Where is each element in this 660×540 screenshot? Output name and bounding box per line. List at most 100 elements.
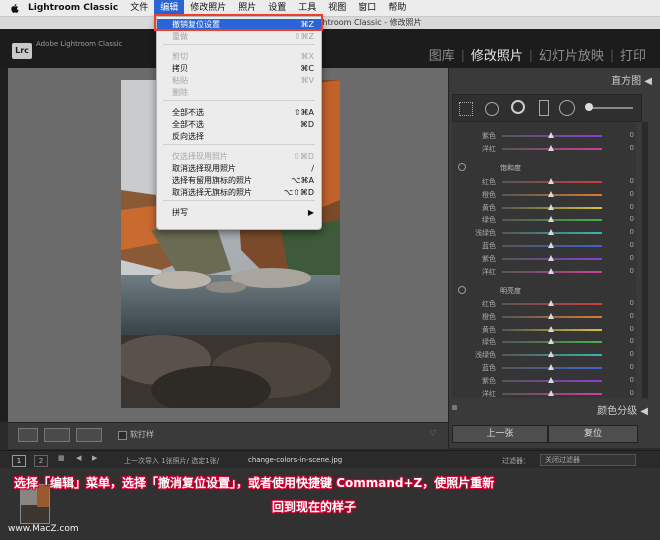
slider-value[interactable]: 0 (622, 177, 634, 185)
edit-menu-item: 重做 ⇧⌘Z (157, 31, 321, 42)
slider-value[interactable]: 0 (622, 376, 634, 384)
slider-label: 黄色 (482, 325, 496, 334)
slider-value[interactable]: 0 (622, 350, 634, 358)
menu-item-label: 拼写 (172, 208, 188, 217)
slider-knob[interactable] (548, 312, 554, 319)
crop-icon[interactable] (459, 102, 473, 116)
target-adjust-icon[interactable] (458, 163, 466, 171)
module-slideshow[interactable]: 幻灯片放映 (533, 45, 610, 64)
slider-value[interactable]: 0 (622, 363, 634, 371)
grid-icon[interactable]: ▦ (58, 454, 65, 462)
menu-separator (163, 44, 315, 45)
module-develop[interactable]: 修改照片 (465, 45, 529, 64)
slider-value[interactable]: 0 (622, 144, 634, 152)
radial-filter-icon[interactable] (559, 100, 575, 116)
menu-window[interactable]: 窗口 (352, 0, 382, 16)
module-library[interactable]: 图库 (423, 45, 461, 64)
slider-label: 蓝色 (482, 242, 496, 250)
target-adjust-icon[interactable] (458, 286, 466, 294)
edit-menu-item[interactable]: 拷贝 ⌘C (157, 63, 321, 74)
brush-slider-track[interactable] (587, 107, 633, 109)
slider-knob[interactable] (548, 178, 554, 184)
slider-row: 橙色 0 (470, 311, 636, 322)
right-panel-scrollbar[interactable] (642, 122, 648, 398)
reset-button[interactable]: 复位 (548, 425, 638, 443)
menu-app-name[interactable]: Lightroom Classic (24, 0, 124, 16)
slider-value[interactable]: 0 (622, 337, 634, 345)
filmstrip-filename[interactable]: change-colors-in-scene.jpg (248, 456, 342, 464)
slider-knob[interactable] (548, 254, 554, 261)
slider-value[interactable]: 0 (622, 254, 634, 262)
spot-heal-icon[interactable] (485, 102, 499, 116)
slider-value[interactable]: 0 (622, 267, 634, 275)
slider-value[interactable]: 0 (622, 215, 634, 223)
slider-label: 红色 (482, 178, 496, 186)
slider-knob[interactable] (548, 325, 554, 332)
slider-row: 黄色 0 (470, 202, 636, 213)
edit-menu-item[interactable]: 拼写 ▶ (157, 207, 321, 218)
before-after-swap-button[interactable] (76, 428, 102, 442)
slider-knob[interactable] (548, 229, 554, 236)
menu-item-label: 选择有留用旗标的照片 (172, 176, 252, 185)
slider-knob[interactable] (548, 203, 554, 210)
toolbar-menu-icon[interactable]: ▽ (430, 428, 436, 437)
module-print[interactable]: 打印 (614, 45, 652, 64)
soft-proof-checkbox[interactable] (118, 431, 127, 440)
brush-slider-knob[interactable] (585, 103, 593, 111)
slider-knob[interactable] (548, 338, 554, 345)
slider-knob[interactable] (548, 145, 554, 151)
graduated-filter-icon[interactable] (539, 100, 549, 116)
page-1-button[interactable]: 1 (12, 455, 26, 467)
slider-value[interactable]: 0 (622, 241, 634, 249)
color-grading-header[interactable]: 颜色分级 ◀ (452, 402, 648, 417)
slider-knob[interactable] (548, 300, 554, 306)
slider-knob[interactable] (548, 216, 554, 223)
edit-menu-item[interactable]: 全部不选 ⇧⌘A (157, 107, 321, 118)
apple-icon[interactable] (10, 3, 20, 14)
slider-value[interactable]: 0 (622, 131, 634, 139)
slider-knob[interactable] (548, 132, 554, 138)
slider-knob[interactable] (548, 389, 554, 396)
slider-knob[interactable] (548, 267, 554, 274)
slider-knob[interactable] (548, 242, 554, 248)
edit-menu-item[interactable]: 选择有留用旗标的照片 ⌥⌘A (157, 175, 321, 186)
slider-value[interactable]: 0 (622, 228, 634, 236)
slider-label: 紫色 (482, 254, 496, 263)
slider-row: 洋红 0 (470, 266, 636, 277)
slider-knob[interactable] (548, 351, 554, 358)
slider-value[interactable]: 0 (622, 190, 634, 198)
slider-knob[interactable] (548, 376, 554, 383)
page-2-button[interactable]: 2 (34, 455, 48, 467)
slider-value[interactable]: 0 (622, 325, 634, 333)
menu-help[interactable]: 帮助 (382, 0, 412, 16)
slider-row: 紫色 0 (470, 375, 636, 386)
left-panel-collapsed[interactable] (0, 68, 8, 422)
back-arrow-icon[interactable]: ◀ (76, 454, 81, 462)
slider-knob[interactable] (548, 364, 554, 370)
menu-file[interactable]: 文件 (124, 0, 154, 16)
filter-select[interactable]: 关闭过滤器 (540, 454, 636, 466)
edit-menu-item[interactable]: 全部不选 ⌘D (157, 119, 321, 130)
slider-value[interactable]: 0 (622, 312, 634, 320)
menu-item-shortcut: ⌘V (300, 76, 314, 85)
slider-value[interactable]: 0 (622, 389, 634, 397)
panel-toggle-icon[interactable] (452, 405, 457, 410)
slider-row: 紫色 0 (470, 130, 636, 141)
edit-menu-item[interactable]: 取消选择无旗标的照片 ⌥⇧⌘D (157, 187, 321, 198)
previous-button[interactable]: 上一张 (452, 425, 548, 443)
histogram-header[interactable]: 直方图 ◀ (452, 72, 652, 88)
slider-label: 洋红 (482, 389, 496, 398)
menu-item-shortcut: ⌥⇧⌘D (283, 188, 314, 197)
edit-menu-item[interactable]: 反向选择 (157, 131, 321, 142)
edit-menu-item[interactable]: 取消选择现用照片 / (157, 163, 321, 174)
before-after-button[interactable] (44, 428, 70, 442)
watermark: www.MacZ.com (8, 524, 79, 534)
slider-value[interactable]: 0 (622, 203, 634, 211)
slider-row: 紫色 0 (470, 253, 636, 264)
slider-knob[interactable] (548, 190, 554, 197)
loupe-view-button[interactable] (18, 428, 38, 442)
forward-arrow-icon[interactable]: ▶ (92, 454, 97, 462)
menu-view[interactable]: 视图 (322, 0, 352, 16)
red-eye-icon[interactable] (511, 100, 525, 114)
slider-value[interactable]: 0 (622, 299, 634, 307)
